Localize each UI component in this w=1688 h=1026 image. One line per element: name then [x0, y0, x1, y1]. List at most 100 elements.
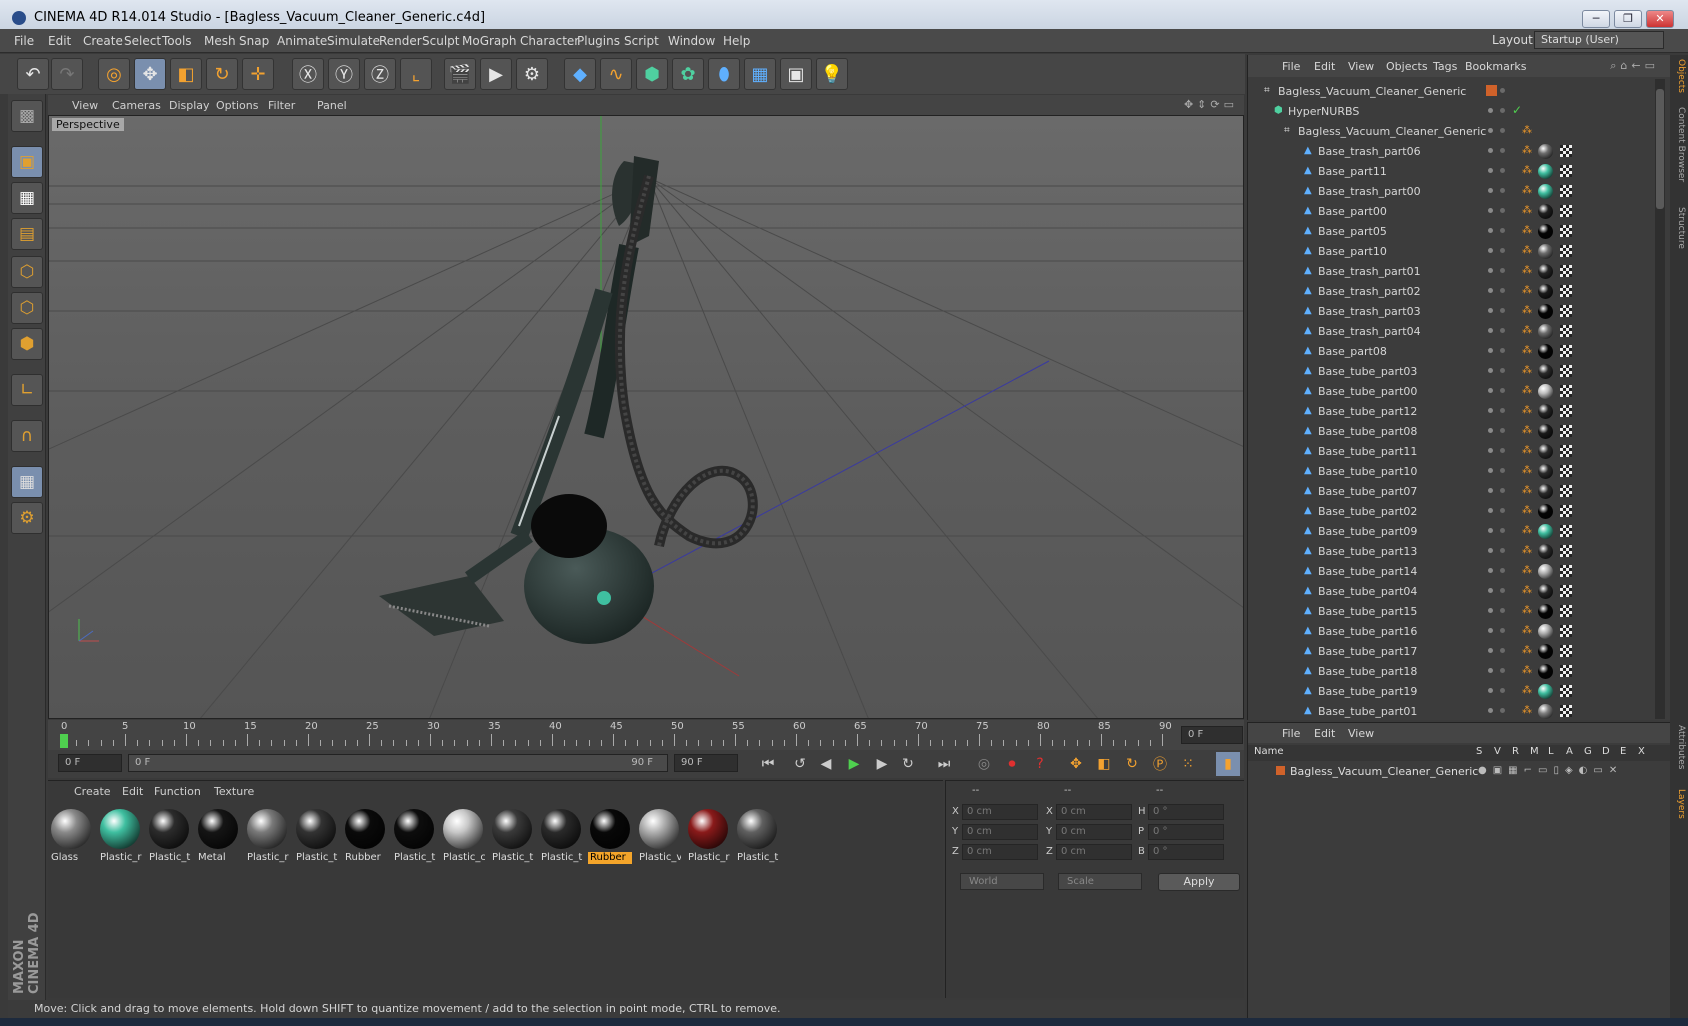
material-tag-icon[interactable] — [1538, 604, 1553, 619]
y-axis-lock-icon[interactable]: Ⓨ — [328, 58, 360, 90]
coord-value-field[interactable]: 0 ° — [1148, 824, 1224, 840]
phong-tag-icon[interactable]: ⁂ — [1522, 546, 1532, 556]
phong-tag-icon[interactable]: ⁂ — [1522, 266, 1532, 276]
object-row[interactable]: ▲ Base_tube_part18 ⁂ — [1248, 661, 1653, 681]
phong-tag-icon[interactable]: ⁂ — [1522, 686, 1532, 696]
layer-column-header[interactable]: L — [1548, 746, 1554, 757]
material-swatch[interactable]: Plastic_c — [441, 807, 485, 865]
object-row[interactable]: ▲ Base_trash_part04 ⁂ — [1248, 321, 1653, 341]
material-tag-icon[interactable] — [1538, 384, 1553, 399]
floor-icon[interactable]: ▦ — [744, 58, 776, 90]
menu-mesh[interactable]: Mesh — [204, 34, 236, 48]
go-to-start-icon[interactable]: ⏮ — [756, 752, 780, 776]
uvw-tag-icon[interactable] — [1560, 525, 1572, 537]
scale-dropdown[interactable]: Scale — [1058, 873, 1142, 890]
editor-visibility-dot[interactable] — [1488, 628, 1493, 633]
texture-mode-icon[interactable]: ▦ — [11, 182, 43, 214]
object-row[interactable]: ▲ Base_trash_part03 ⁂ — [1248, 301, 1653, 321]
tab-structure[interactable]: Structure — [1672, 207, 1686, 249]
uvw-tag-icon[interactable] — [1560, 445, 1572, 457]
coord-value-field[interactable]: 0 cm — [962, 844, 1038, 860]
material-tag-icon[interactable] — [1538, 284, 1553, 299]
uvw-tag-icon[interactable] — [1560, 425, 1572, 437]
object-scrollbar[interactable] — [1655, 79, 1665, 719]
coordinate-system-icon[interactable]: ⌞ — [400, 58, 432, 90]
editor-visibility-dot[interactable] — [1488, 108, 1493, 113]
material-menu-function[interactable]: Function — [154, 785, 201, 798]
uvw-tag-icon[interactable] — [1560, 365, 1572, 377]
nurbs-icon[interactable]: ⬢ — [636, 58, 668, 90]
key-pla-icon[interactable]: ⁙ — [1176, 752, 1200, 776]
render-visibility-dot[interactable] — [1500, 348, 1505, 353]
material-tag-icon[interactable] — [1538, 344, 1553, 359]
viewport-menu-panel[interactable]: Panel — [317, 99, 347, 112]
editor-visibility-dot[interactable] — [1488, 248, 1493, 253]
layer-menu-file[interactable]: File — [1282, 727, 1300, 740]
phong-tag-icon[interactable]: ⁂ — [1522, 346, 1532, 356]
editor-visibility-dot[interactable] — [1488, 548, 1493, 553]
material-swatch[interactable]: Rubber — [588, 807, 632, 865]
editor-visibility-dot[interactable] — [1488, 368, 1493, 373]
workplane-icon[interactable]: ▤ — [11, 218, 43, 250]
phong-tag-icon[interactable]: ⁂ — [1522, 226, 1532, 236]
material-tag-icon[interactable] — [1538, 324, 1553, 339]
uvw-tag-icon[interactable] — [1560, 665, 1572, 677]
layer-menu-edit[interactable]: Edit — [1314, 727, 1335, 740]
world-dropdown[interactable]: World — [960, 873, 1044, 890]
editor-visibility-dot[interactable] — [1488, 268, 1493, 273]
object-row[interactable]: ▲ Base_tube_part15 ⁂ — [1248, 601, 1653, 621]
material-tag-icon[interactable] — [1538, 564, 1553, 579]
uvw-tag-icon[interactable] — [1560, 205, 1572, 217]
menu-help[interactable]: Help — [723, 34, 750, 48]
coord-value-field[interactable]: 0 ° — [1148, 804, 1224, 820]
snap-lock-icon[interactable]: ▦ — [11, 466, 43, 498]
axis-mode-icon[interactable]: ∟ — [11, 374, 43, 406]
editor-visibility-dot[interactable] — [1488, 568, 1493, 573]
material-swatch[interactable]: Glass — [49, 807, 93, 865]
layer-flag-icons[interactable]: ●▣▦⌐▭▯◈◐▭✕ — [1478, 765, 1623, 776]
material-menu-texture[interactable]: Texture — [214, 785, 254, 798]
redo-icon[interactable]: ↷ — [51, 58, 83, 90]
phong-tag-icon[interactable]: ⁂ — [1522, 426, 1532, 436]
object-row[interactable]: ▲ Base_tube_part16 ⁂ — [1248, 621, 1653, 641]
uvw-tag-icon[interactable] — [1560, 645, 1572, 657]
editor-visibility-dot[interactable] — [1488, 208, 1493, 213]
render-visibility-dot[interactable] — [1500, 88, 1505, 93]
coord-value-field[interactable]: 0 cm — [962, 804, 1038, 820]
editor-visibility-dot[interactable] — [1488, 668, 1493, 673]
uvw-tag-icon[interactable] — [1560, 165, 1572, 177]
make-editable-icon[interactable]: ▩ — [11, 100, 43, 132]
end-frame-field[interactable]: 90 F — [674, 754, 738, 772]
editor-visibility-dot[interactable] — [1488, 128, 1493, 133]
object-row[interactable]: ▲ Base_tube_part03 ⁂ — [1248, 361, 1653, 381]
render-visibility-dot[interactable] — [1500, 508, 1505, 513]
material-tag-icon[interactable] — [1538, 644, 1553, 659]
phong-tag-icon[interactable]: ⁂ — [1522, 206, 1532, 216]
menu-mograph[interactable]: MoGraph — [462, 34, 517, 48]
frame-range-slider[interactable]: 0 F 90 F — [128, 754, 668, 772]
menu-edit[interactable]: Edit — [48, 34, 71, 48]
editor-visibility-dot[interactable] — [1488, 168, 1493, 173]
editor-visibility-dot[interactable] — [1488, 488, 1493, 493]
tab-content-browser[interactable]: Content Browser — [1672, 107, 1686, 182]
phong-tag-icon[interactable]: ⁂ — [1522, 246, 1532, 256]
cube-icon[interactable]: ◆ — [564, 58, 596, 90]
object-row[interactable]: ▲ Base_tube_part11 ⁂ — [1248, 441, 1653, 461]
material-tag-icon[interactable] — [1538, 244, 1553, 259]
editor-visibility-dot[interactable] — [1488, 428, 1493, 433]
z-axis-lock-icon[interactable]: Ⓩ — [364, 58, 396, 90]
object-search-icon[interactable]: ⌕⌂←▭ — [1610, 59, 1659, 73]
viewport-menu-view[interactable]: View — [72, 99, 98, 112]
phong-tag-icon[interactable]: ⁂ — [1522, 626, 1532, 636]
coord-value-field[interactable]: 0 ° — [1148, 844, 1224, 860]
uvw-tag-icon[interactable] — [1560, 465, 1572, 477]
recent-tool-icon[interactable]: ✛ — [242, 58, 274, 90]
object-row[interactable]: ▲ Base_part10 ⁂ — [1248, 241, 1653, 261]
material-swatch[interactable]: Plastic_r — [686, 807, 730, 865]
render-visibility-dot[interactable] — [1500, 588, 1505, 593]
uvw-tag-icon[interactable] — [1560, 265, 1572, 277]
rotate-icon[interactable]: ↻ — [206, 58, 238, 90]
material-tag-icon[interactable] — [1538, 144, 1553, 159]
menu-file[interactable]: File — [14, 34, 34, 48]
render-visibility-dot[interactable] — [1500, 248, 1505, 253]
